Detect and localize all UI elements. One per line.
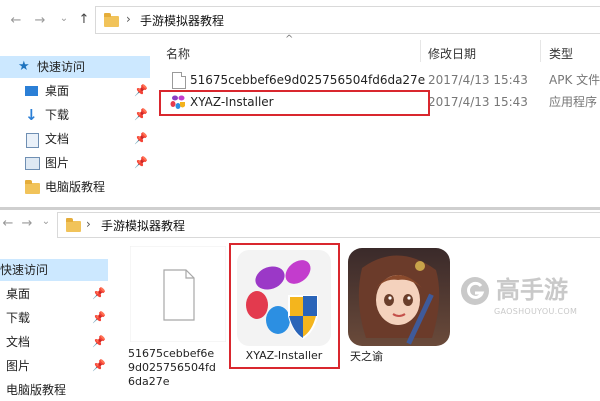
blank-file-icon xyxy=(129,245,227,343)
column-header-type[interactable]: 类型 xyxy=(549,45,573,62)
sidebar-item-quick-access[interactable]: ★ 快速访问 xyxy=(0,56,150,78)
highlight-box xyxy=(229,243,340,369)
back-button[interactable]: ← xyxy=(0,216,16,231)
sidebar-item-pc-tutorial[interactable]: 电脑版教程 xyxy=(0,176,150,198)
file-row[interactable]: 51675cebbef6e9d025756504fd6da27e 2017/4/… xyxy=(152,70,600,90)
folder-icon xyxy=(66,218,81,232)
breadcrumb-folder[interactable]: 手游模拟器教程 xyxy=(101,217,185,234)
sidebar-item-label: 文档 xyxy=(45,132,70,146)
game-character-icon xyxy=(348,248,450,346)
column-divider[interactable] xyxy=(540,40,541,62)
file-type: 应用程序 xyxy=(549,95,598,109)
pin-icon[interactable]: 📌 xyxy=(92,331,106,353)
column-header-date[interactable]: 修改日期 xyxy=(428,45,476,62)
sidebar-item-label: 图片 xyxy=(45,156,70,170)
sidebar-item-downloads[interactable]: 下载 📌 xyxy=(0,307,108,329)
sidebar-item-label: 文档 xyxy=(6,335,31,349)
watermark-brand: 高手游 xyxy=(496,276,568,304)
folder-icon xyxy=(104,13,119,27)
file-tile-game[interactable] xyxy=(348,248,450,346)
file-tile-caption: 天之谕 xyxy=(350,350,390,364)
pin-icon[interactable]: 📌 xyxy=(134,80,148,102)
sidebar-item-pictures[interactable]: 图片 📌 xyxy=(0,355,108,377)
documents-icon xyxy=(26,133,39,148)
sidebar-item-label: 下载 xyxy=(45,108,70,122)
sidebar-item-documents[interactable]: 文档 📌 xyxy=(0,331,108,353)
recent-dropdown-icon[interactable]: ⌄ xyxy=(38,216,54,227)
sidebar-item-downloads[interactable]: ↓ 下载 📌 xyxy=(0,104,150,126)
sidebar-item-quick-access[interactable]: 快速访问 xyxy=(0,259,108,281)
pin-icon[interactable]: 📌 xyxy=(92,283,106,305)
pin-icon[interactable]: 📌 xyxy=(92,307,106,329)
breadcrumb-separator: › xyxy=(126,12,131,26)
caption-line: 9d025756504fd xyxy=(128,361,216,374)
address-bar[interactable]: › 手游模拟器教程 xyxy=(57,212,600,238)
sidebar-item-pc-tutorial[interactable]: 电脑版教程 xyxy=(0,379,108,401)
column-divider[interactable] xyxy=(420,40,421,62)
highlight-box xyxy=(159,90,430,116)
sidebar-item-pictures[interactable]: 图片 📌 xyxy=(0,152,150,174)
nav-pane: ★ 快速访问 桌面 📌 ↓ 下载 📌 文档 📌 图片 📌 电脑版教程 xyxy=(0,42,150,207)
file-list: ^ 名称 修改日期 类型 51675cebbef6e9d025756504fd6… xyxy=(152,34,600,207)
download-icon: ↓ xyxy=(25,106,38,124)
caption-line: 51675cebbef6e xyxy=(128,347,215,360)
pin-icon[interactable]: 📌 xyxy=(92,355,106,377)
sidebar-item-label: 快速访问 xyxy=(37,60,86,74)
breadcrumb-folder[interactable]: 手游模拟器教程 xyxy=(140,12,224,29)
address-bar[interactable]: › 手游模拟器教程 xyxy=(95,6,600,34)
column-header-name[interactable]: 名称 xyxy=(166,45,190,62)
sidebar-item-desktop[interactable]: 桌面 📌 xyxy=(0,80,150,102)
file-type: APK 文件 xyxy=(549,73,600,87)
watermark: 高手游 GAOSHOUYOU.COM xyxy=(460,272,600,322)
pin-icon[interactable]: 📌 xyxy=(134,104,148,126)
sidebar-item-label: 电脑版教程 xyxy=(45,180,106,194)
caption-line: 天之谕 xyxy=(350,350,383,363)
pictures-icon xyxy=(25,157,40,170)
forward-button[interactable]: → xyxy=(19,216,35,231)
back-button[interactable]: ← xyxy=(8,13,24,28)
pin-icon[interactable]: 📌 xyxy=(134,152,148,174)
sidebar-item-label: 快速访问 xyxy=(0,263,49,277)
file-name: 51675cebbef6e9d025756504fd6da27e xyxy=(190,73,426,87)
sidebar-item-label: 桌面 xyxy=(6,287,31,301)
sidebar-item-label: 电脑版教程 xyxy=(6,383,67,397)
breadcrumb-separator: › xyxy=(86,217,91,231)
watermark-logo-icon xyxy=(461,277,489,305)
up-button[interactable]: ↑ xyxy=(76,12,92,27)
top-explorer-window: ← → ⌄ ↑ › 手游模拟器教程 ★ 快速访问 桌面 📌 ↓ 下载 📌 文档 … xyxy=(0,0,600,207)
file-icon xyxy=(172,72,186,89)
star-icon: ★ xyxy=(18,59,30,74)
sidebar-item-documents[interactable]: 文档 📌 xyxy=(0,128,150,150)
sidebar-item-label: 桌面 xyxy=(45,84,70,98)
sidebar-item-desktop[interactable]: 桌面 📌 xyxy=(0,283,108,305)
bottom-explorer-window: ← → ⌄ ↑ › 手游模拟器教程 快速访问 桌面 📌 下载 📌 文档 📌 图片… xyxy=(0,210,600,400)
sidebar-item-label: 下载 xyxy=(6,311,31,325)
folder-icon xyxy=(25,180,40,194)
file-date: 2017/4/13 15:43 xyxy=(428,95,528,109)
file-date: 2017/4/13 15:43 xyxy=(428,73,528,87)
sort-ascending-icon: ^ xyxy=(285,34,294,45)
sidebar-item-label: 图片 xyxy=(6,359,31,373)
desktop-icon xyxy=(25,86,38,96)
recent-dropdown-icon[interactable]: ⌄ xyxy=(56,13,72,24)
forward-button[interactable]: → xyxy=(32,13,48,28)
file-tile-apk[interactable] xyxy=(129,245,227,343)
file-tile-caption: 51675cebbef6e 9d025756504fd 6da27e xyxy=(128,347,228,389)
watermark-url: GAOSHOUYOU.COM xyxy=(494,307,578,316)
pin-icon[interactable]: 📌 xyxy=(134,128,148,150)
nav-pane: 快速访问 桌面 📌 下载 📌 文档 📌 图片 📌 电脑版教程 xyxy=(0,256,108,400)
caption-line: 6da27e xyxy=(128,375,170,388)
